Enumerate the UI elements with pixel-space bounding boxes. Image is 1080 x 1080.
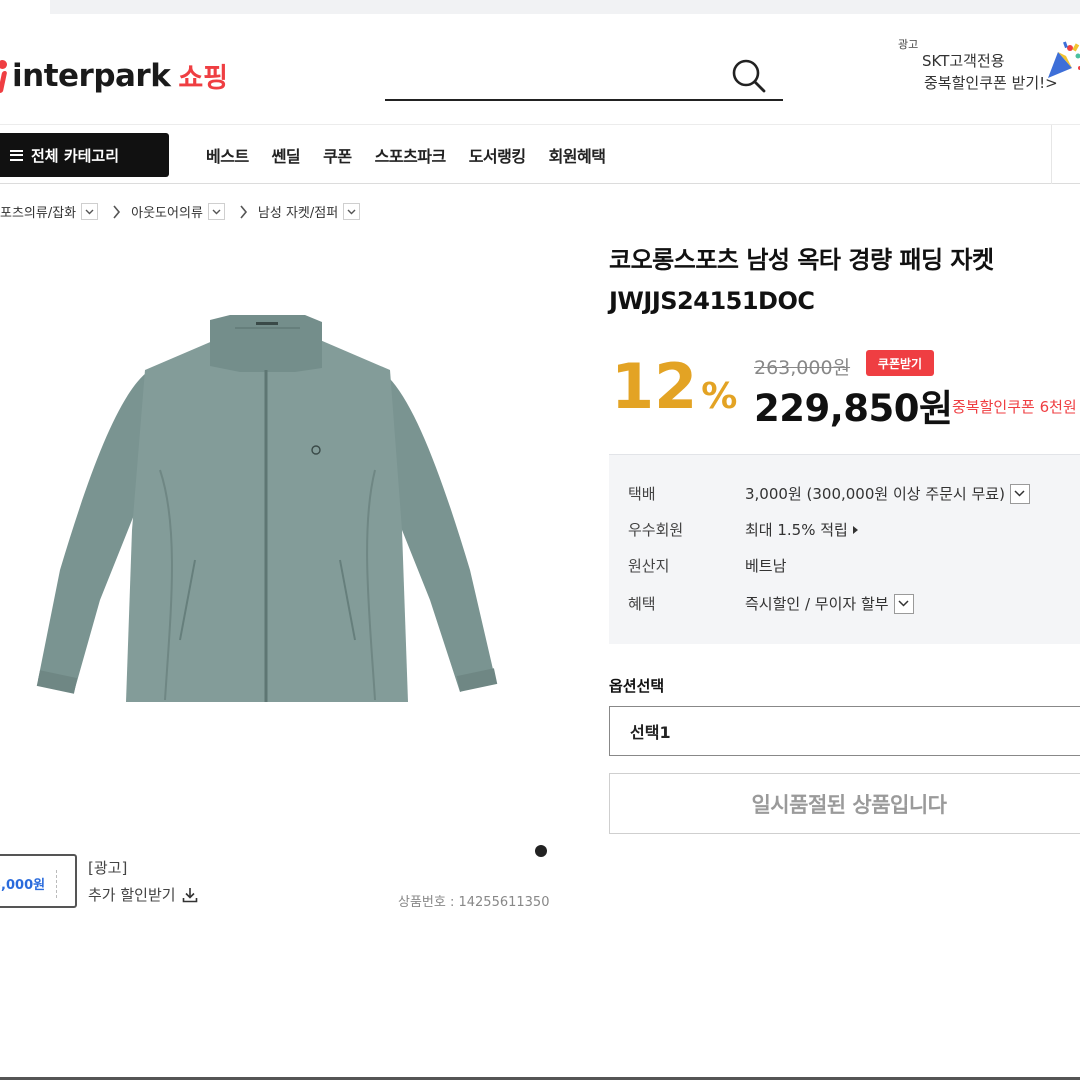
soldout-button: 일시품절된 상품입니다 xyxy=(609,773,1080,834)
nav-item-ssendeal[interactable]: 쎈딜 xyxy=(272,143,301,167)
info-value-text: 3,000원 (300,000원 이상 주문시 무료) xyxy=(745,485,1005,503)
info-label: 원산지 xyxy=(628,557,670,575)
product-title-line2: JWJJS24151DOC xyxy=(609,287,815,315)
all-category-label: 전체 카테고리 xyxy=(31,146,120,165)
option-select[interactable]: 선택1 xyxy=(609,706,1080,756)
nav-item-book-ranking[interactable]: 도서랭킹 xyxy=(469,143,526,167)
nav-divider xyxy=(1051,125,1052,184)
logo-shop-text: 쇼핑 xyxy=(178,63,229,94)
download-icon xyxy=(182,887,197,902)
breadcrumb-label[interactable]: 포츠의류/잡화 xyxy=(0,202,76,221)
ad-line2: 중복할인쿠폰 받기!> xyxy=(924,74,1058,92)
info-label: 우수회원 xyxy=(628,521,684,539)
product-title: 코오롱스포츠 남성 옥타 경량 패딩 자켓 JWJJS24151DOC xyxy=(609,240,994,322)
breadcrumb-item: 포츠의류/잡화 xyxy=(0,202,99,221)
breadcrumb: 포츠의류/잡화 아웃도어의류 남성 자켓/점퍼 xyxy=(0,202,361,221)
breadcrumb-label[interactable]: 아웃도어의류 xyxy=(131,202,203,221)
chevron-down-icon[interactable] xyxy=(1009,483,1030,504)
ad-tag: 광고 xyxy=(898,38,919,51)
all-category-button[interactable]: 전체 카테고리 xyxy=(0,133,169,177)
search-input[interactable] xyxy=(385,60,715,90)
coupon-card-ad[interactable]: 5,000원 xyxy=(0,854,77,908)
chevron-down-icon[interactable] xyxy=(893,593,914,614)
interpark-logo[interactable]: interpark 쇼핑 xyxy=(0,56,228,95)
coupon-card-separator xyxy=(56,870,62,898)
breadcrumb-item: 아웃도어의류 xyxy=(131,202,225,221)
product-number: 상품번호 : 14255611350 xyxy=(398,895,550,910)
jacket-image[interactable] xyxy=(30,300,510,720)
info-value-text: 즉시할인 / 무이자 할부 xyxy=(745,595,889,613)
extra-discount-label: 추가 할인받기 xyxy=(88,886,176,904)
coupon-receive-button[interactable]: 쿠폰받기 xyxy=(866,350,934,376)
main-navbar: 전체 카테고리 베스트 쎈딜 쿠폰 스포츠파크 도서랭킹 회원혜택 xyxy=(0,124,1080,184)
extra-discount-ad: [광고] 추가 할인받기 xyxy=(88,857,198,905)
option-selected-value: 선택1 xyxy=(630,723,671,742)
discount-percent-sign: % xyxy=(701,376,738,417)
breadcrumb-item: 남성 자켓/점퍼 xyxy=(258,202,361,221)
search-bar xyxy=(385,52,783,101)
nav-item-member-benefits[interactable]: 회원혜택 xyxy=(549,143,606,167)
menu-icon xyxy=(10,149,23,161)
logo-mark-icon xyxy=(0,57,10,95)
option-label: 옵션선택 xyxy=(609,677,665,695)
info-value-text: 베트남 xyxy=(745,557,787,575)
extra-coupon-link[interactable]: 중복할인쿠폰 6천원 xyxy=(952,396,1077,417)
info-value-text: 최대 1.5% 적립 xyxy=(745,521,848,539)
chevron-down-icon[interactable] xyxy=(81,203,99,220)
info-value: 3,000원 (300,000원 이상 주문시 무료) xyxy=(745,483,1030,504)
product-page: interpark 쇼핑 광고 SKT고객전용 중복할인쿠폰 받기!> 전체 카… xyxy=(0,0,1080,1080)
sale-price: 229,850원 xyxy=(754,387,953,430)
nav-item-coupon[interactable]: 쿠폰 xyxy=(323,143,352,167)
discount-number: 12 xyxy=(611,350,698,423)
top-strip xyxy=(50,0,1080,14)
delivery-info-box: 택배 3,000원 (300,000원 이상 주문시 무료) 우수회원 최대 1… xyxy=(609,454,1080,644)
chevron-right-icon xyxy=(113,204,121,219)
info-label: 혜택 xyxy=(628,595,656,613)
coupon-card-value: 5,000원 xyxy=(0,878,46,893)
ad-small-tag: [광고] xyxy=(88,859,128,877)
extra-discount-link[interactable]: 추가 할인받기 xyxy=(88,884,198,905)
caret-right-icon[interactable] xyxy=(852,525,858,534)
discount-rate: 12% xyxy=(611,350,737,423)
party-popper-icon xyxy=(1048,41,1080,78)
skt-coupon-ad[interactable]: 광고 SKT고객전용 중복할인쿠폰 받기!> xyxy=(898,36,1080,96)
breadcrumb-label[interactable]: 남성 자켓/점퍼 xyxy=(258,202,338,221)
nav-menu: 베스트 쎈딜 쿠폰 스포츠파크 도서랭킹 회원혜택 xyxy=(206,143,606,167)
carousel-dot[interactable] xyxy=(535,845,547,857)
original-price: 263,000원 xyxy=(754,357,851,379)
info-label: 택배 xyxy=(628,485,656,503)
info-value: 즉시할인 / 무이자 할부 xyxy=(745,593,914,614)
info-value: 베트남 xyxy=(745,555,786,576)
chevron-down-icon[interactable] xyxy=(207,203,225,220)
logo-text: interpark xyxy=(12,57,171,94)
nav-item-best[interactable]: 베스트 xyxy=(206,143,249,167)
chevron-right-icon xyxy=(240,204,247,219)
product-title-line1: 코오롱스포츠 남성 옥타 경량 패딩 자켓 xyxy=(609,246,994,274)
search-icon[interactable] xyxy=(729,56,769,96)
chevron-down-icon[interactable] xyxy=(343,203,361,220)
nav-item-sportspark[interactable]: 스포츠파크 xyxy=(375,143,447,167)
info-value: 최대 1.5% 적립 xyxy=(745,519,858,540)
ad-line1: SKT고객전용 xyxy=(922,52,1005,70)
